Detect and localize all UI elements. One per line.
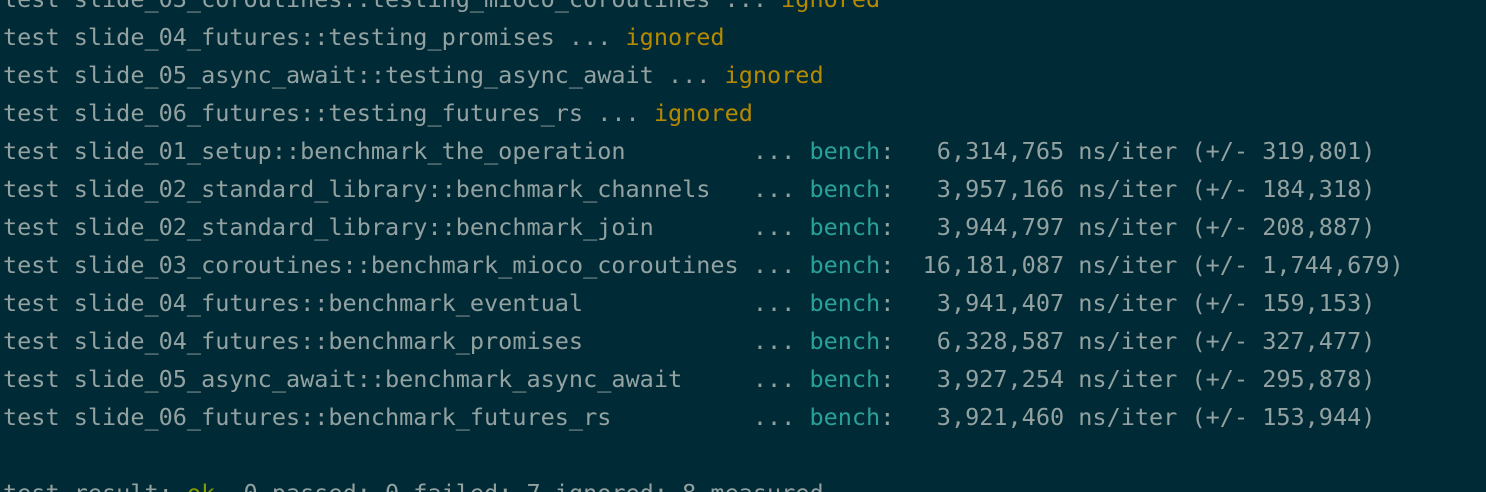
line-stats: : 3,921,460 ns/iter (+/- 153,944) — [880, 403, 1376, 431]
line-text: test slide_04_futures::testing_promises … — [3, 23, 626, 51]
terminal-line: test slide_03_coroutines::testing_mioco_… — [3, 0, 1404, 18]
status-bench: bench — [809, 137, 881, 165]
status-ignored: ignored — [625, 23, 725, 51]
status-ok: ok — [187, 479, 215, 492]
line-text: test slide_05_async_await::testing_async… — [3, 61, 725, 89]
test-result-line: test result: ok. 0 passed; 0 failed; 7 i… — [3, 474, 1404, 492]
line-text: test slide_05_async_await::benchmark_asy… — [3, 365, 810, 393]
line-stats: : 3,941,407 ns/iter (+/- 159,153) — [880, 289, 1376, 317]
terminal-line: test slide_02_standard_library::benchmar… — [3, 170, 1404, 208]
line-text: test slide_03_coroutines::benchmark_mioc… — [3, 251, 810, 279]
terminal-line: test slide_01_setup::benchmark_the_opera… — [3, 132, 1404, 170]
status-ignored: ignored — [724, 61, 824, 89]
status-ignored: ignored — [781, 0, 880, 13]
line-stats: : 16,181,087 ns/iter (+/- 1,744,679) — [880, 251, 1404, 279]
terminal-line: test slide_05_async_await::benchmark_asy… — [3, 360, 1404, 398]
terminal-line: test slide_02_standard_library::benchmar… — [3, 208, 1404, 246]
status-bench: bench — [809, 175, 881, 203]
terminal-line: test slide_04_futures::testing_promises … — [3, 18, 1404, 56]
terminal-line: test slide_06_futures::testing_futures_r… — [3, 94, 1404, 132]
status-bench: bench — [809, 289, 881, 317]
terminal-line: test slide_06_futures::benchmark_futures… — [3, 398, 1404, 436]
status-bench: bench — [809, 213, 881, 241]
line-stats: : 6,328,587 ns/iter (+/- 327,477) — [880, 327, 1376, 355]
line-stats: : 6,314,765 ns/iter (+/- 319,801) — [880, 137, 1376, 165]
line-text: test slide_03_coroutines::testing_mioco_… — [3, 0, 781, 13]
line-text: test slide_01_setup::benchmark_the_opera… — [3, 137, 810, 165]
line-text: test slide_06_futures::testing_futures_r… — [3, 99, 654, 127]
line-text: test result: — [3, 479, 187, 492]
status-bench: bench — [809, 403, 881, 431]
line-text: test slide_04_futures::benchmark_promise… — [3, 327, 810, 355]
terminal-line: test slide_04_futures::benchmark_promise… — [3, 322, 1404, 360]
status-bench: bench — [809, 365, 881, 393]
terminal-line: test slide_03_coroutines::benchmark_mioc… — [3, 246, 1404, 284]
result-summary: . 0 passed; 0 failed; 7 ignored; 8 measu… — [215, 479, 823, 492]
status-ignored: ignored — [653, 99, 753, 127]
terminal-window: test slide_03_coroutines::testing_mioco_… — [0, 0, 1486, 492]
terminal-line: test slide_05_async_await::testing_async… — [3, 56, 1404, 94]
line-text: test slide_04_futures::benchmark_eventua… — [3, 289, 810, 317]
line-stats: : 3,957,166 ns/iter (+/- 184,318) — [880, 175, 1376, 203]
line-stats: : 3,927,254 ns/iter (+/- 295,878) — [880, 365, 1376, 393]
line-stats: : 3,944,797 ns/iter (+/- 208,887) — [880, 213, 1376, 241]
line-text: test slide_06_futures::benchmark_futures… — [3, 403, 810, 431]
status-bench: bench — [809, 327, 881, 355]
line-text: test slide_02_standard_library::benchmar… — [3, 175, 810, 203]
status-bench: bench — [809, 251, 881, 279]
line-text: test slide_02_standard_library::benchmar… — [3, 213, 810, 241]
terminal-line: test slide_04_futures::benchmark_eventua… — [3, 284, 1404, 322]
terminal-output: test slide_03_coroutines::testing_mioco_… — [3, 0, 1404, 492]
